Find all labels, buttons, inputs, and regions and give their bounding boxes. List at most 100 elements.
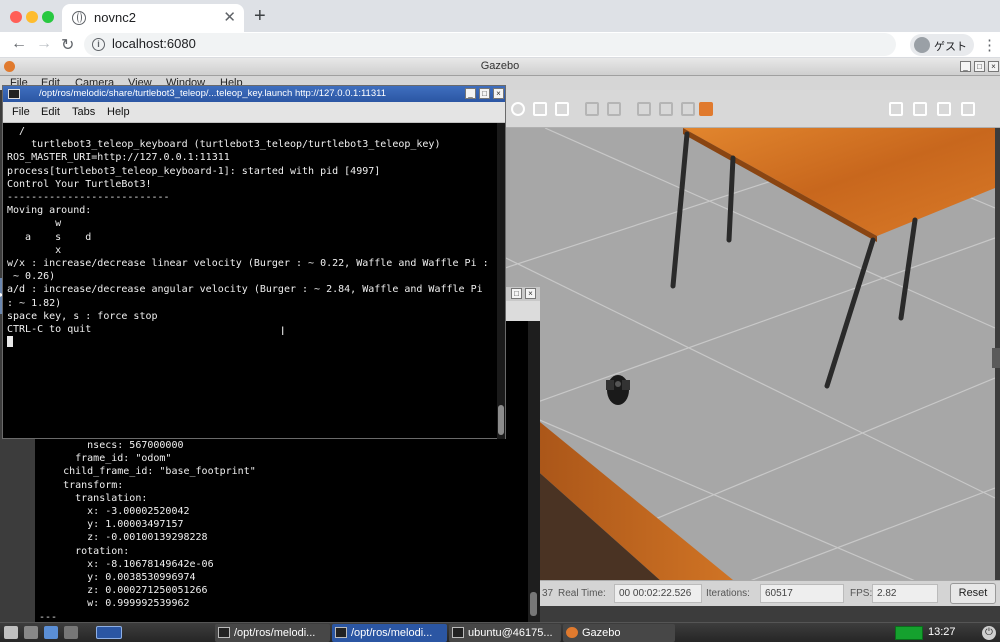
iterations-label: Iterations:	[706, 588, 750, 599]
profile-button[interactable]: ゲスト	[910, 34, 974, 56]
teleop-minimize-button[interactable]: _	[465, 88, 476, 99]
clock[interactable]: 13:27	[928, 626, 956, 638]
terminal-line: x: -8.10678149642e-06	[39, 558, 214, 570]
terminal-line: child_frame_id: "base_footprint"	[39, 466, 256, 478]
terminal-line: a/d : increase/decrease angular velocity…	[7, 284, 483, 296]
terminal-line: rotation:	[39, 545, 130, 557]
teleop-terminal-output[interactable]: / turtlebot3_teleop_keyboard (turtlebot3…	[3, 123, 497, 439]
copy-icon[interactable]	[585, 102, 599, 116]
reload-button[interactable]: ↻	[61, 35, 74, 55]
terminal-line: z: 0.000271250051266	[39, 585, 208, 597]
start-menu-icon[interactable]	[4, 626, 18, 639]
task-label: Gazebo	[582, 627, 621, 639]
lxde-taskbar: /opt/ros/melodi... /opt/ros/melodi... ub…	[0, 622, 1000, 642]
teleop-maximize-button[interactable]: □	[479, 88, 490, 99]
terminal-line: turtlebot3_teleop_keyboard (turtlebot3_t…	[7, 139, 441, 151]
text-cursor	[7, 336, 13, 348]
real-time-value: 00 00:02:22.526	[614, 584, 702, 603]
terminal-line: CTRL-C to quit	[7, 324, 92, 336]
terminal-line: /	[7, 126, 26, 137]
browser-tab[interactable]: novnc2 ✕	[62, 4, 244, 32]
power-icon[interactable]: ⏻	[982, 626, 996, 640]
browser-menu-icon[interactable]: ⋮	[982, 36, 997, 54]
terminal-line: ROS_MASTER_URI=http://127.0.0.1:11311	[7, 152, 230, 164]
task-label: /opt/ros/melodi...	[234, 627, 316, 639]
gazebo-maximize-button[interactable]: □	[974, 61, 985, 72]
terminal-cursor-line	[7, 336, 497, 349]
point-light-icon[interactable]	[533, 102, 547, 116]
task-label: /opt/ros/melodi...	[351, 627, 433, 639]
select-model-icon[interactable]	[699, 102, 713, 116]
spot-light-icon[interactable]	[555, 102, 569, 116]
terminal-line: Control Your TurtleBot3!	[7, 178, 152, 190]
browser-launcher-icon[interactable]	[44, 626, 58, 639]
task-button-terminal-2-active[interactable]: /opt/ros/melodi...	[332, 624, 447, 642]
teleop-terminal-title: /opt/ros/melodic/share/turtlebot3_teleop…	[39, 88, 386, 99]
terminal-menu-edit[interactable]: Edit	[41, 106, 60, 118]
back-terminal-close-button[interactable]: ×	[525, 288, 536, 299]
teleop-terminal-window[interactable]: /opt/ros/melodic/share/turtlebot3_teleop…	[2, 85, 506, 439]
tab-title: novnc2	[94, 10, 136, 25]
gazebo-minimize-button[interactable]: _	[960, 61, 971, 72]
sun-light-icon[interactable]	[511, 102, 525, 116]
remote-desktop[interactable]: Gazebo _ □ × File Edit Camera View Windo…	[0, 58, 1000, 642]
terminal-line: x	[7, 244, 62, 256]
change-view-icon[interactable]	[681, 102, 695, 116]
task-button-terminal-1[interactable]: /opt/ros/melodi...	[215, 624, 330, 642]
paste-icon[interactable]	[607, 102, 621, 116]
terminal-line: ~ 0.26)	[7, 271, 56, 283]
tab-close-icon[interactable]: ✕	[223, 8, 236, 26]
gazebo-titlebar[interactable]: Gazebo _ □ ×	[0, 58, 1000, 76]
terminal-menu-file[interactable]: File	[12, 106, 30, 118]
scene-render	[505, 128, 995, 598]
terminal-line: y: 1.00003497157	[39, 519, 184, 531]
globe-icon	[72, 11, 86, 25]
terminal-line: y: 0.0038530996974	[39, 572, 196, 584]
screenshot-icon[interactable]	[889, 102, 903, 116]
gazebo-status-bar: 37 Real Time: 00 00:02:22.526 Iterations…	[540, 580, 1000, 606]
browser-toolbar: ← → ↻ i localhost:6080 ゲスト ⋮	[0, 32, 1000, 58]
video-record-icon[interactable]	[961, 102, 975, 116]
browser-tabstrip: novnc2 ✕ +	[0, 0, 1000, 32]
close-window-button[interactable]	[10, 11, 22, 23]
back-button[interactable]: ←	[11, 35, 27, 53]
terminal-line: ---------------------------	[7, 192, 170, 204]
back-terminal-scrollbar[interactable]	[528, 321, 540, 622]
align-icon[interactable]	[637, 102, 651, 116]
minimize-window-button[interactable]	[26, 11, 38, 23]
terminal-icon	[218, 627, 230, 638]
terminal-line: transform:	[39, 479, 124, 491]
fps-label: FPS:	[850, 588, 873, 599]
terminal-menu-tabs[interactable]: Tabs	[72, 106, 95, 118]
snap-icon[interactable]	[659, 102, 673, 116]
teleop-close-button[interactable]: ×	[493, 88, 504, 99]
task-button-gazebo[interactable]: Gazebo	[563, 624, 675, 642]
forward-button[interactable]: →	[36, 35, 52, 53]
plot-icon[interactable]	[937, 102, 951, 116]
file-manager-icon[interactable]	[24, 626, 38, 639]
reset-button[interactable]: Reset	[950, 583, 996, 604]
terminal-menu-help[interactable]: Help	[107, 106, 130, 118]
profile-icon	[914, 37, 930, 53]
gazebo-3d-viewport[interactable]	[505, 128, 995, 598]
gazebo-close-button[interactable]: ×	[988, 61, 999, 72]
new-tab-button[interactable]: +	[254, 5, 266, 28]
teleop-terminal-scrollbar[interactable]	[497, 123, 505, 439]
terminal-line: w	[7, 218, 62, 230]
teleop-terminal-titlebar[interactable]: /opt/ros/melodic/share/turtlebot3_teleop…	[3, 86, 505, 102]
terminal-line: : ~ 1.82)	[7, 297, 62, 309]
terminal-icon	[452, 627, 464, 638]
desktop-toggle-icon[interactable]	[64, 626, 78, 639]
address-bar[interactable]: i localhost:6080	[84, 33, 896, 56]
zoom-window-button[interactable]	[42, 11, 54, 23]
back-terminal-maximize-button[interactable]: □	[511, 288, 522, 299]
text-cursor-icon: I	[281, 324, 285, 338]
teleop-terminal-menubar: File Edit Tabs Help	[3, 102, 505, 123]
task-button-terminal-3[interactable]: ubuntu@46175...	[449, 624, 561, 642]
terminal-line: process[turtlebot3_teleop_keyboard-1]: s…	[7, 165, 381, 177]
gazebo-icon	[566, 627, 578, 638]
right-panel-handle[interactable]	[992, 348, 1000, 368]
workspace-pager[interactable]	[96, 626, 122, 639]
info-icon[interactable]: i	[92, 38, 105, 51]
log-icon[interactable]	[913, 102, 927, 116]
